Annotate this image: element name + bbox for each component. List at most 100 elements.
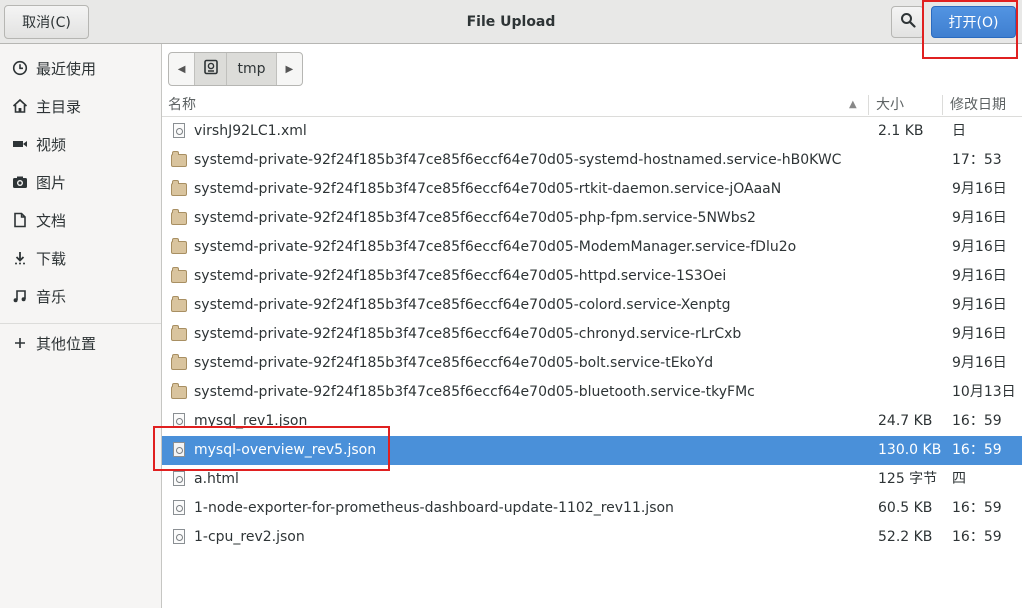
document-icon bbox=[12, 212, 28, 228]
sidebar-item-label: 最近使用 bbox=[36, 59, 97, 78]
file-icon bbox=[171, 500, 187, 516]
path-root-button[interactable] bbox=[194, 53, 228, 85]
column-name-header[interactable]: 名称 bbox=[168, 93, 196, 117]
file-name: 1-node-exporter-for-prometheus-dashboard… bbox=[194, 500, 674, 516]
file-name: virshJ92LC1.xml bbox=[194, 123, 307, 139]
file-date: 9月16日 bbox=[952, 326, 1007, 342]
folder-icon bbox=[171, 383, 187, 400]
sidebar-item-documents[interactable]: 文档 bbox=[0, 202, 161, 238]
sidebar-item-label: 文档 bbox=[36, 211, 67, 230]
folder-row[interactable]: systemd-private-92f24f185b3f47ce85f6eccf… bbox=[162, 262, 1022, 291]
file-date: 9月16日 bbox=[952, 297, 1007, 313]
file-date: 9月16日 bbox=[952, 239, 1007, 255]
music-icon bbox=[12, 288, 28, 304]
dialog-title: File Upload bbox=[466, 14, 556, 30]
file-date: 9月16日 bbox=[952, 355, 1007, 371]
column-modified-label: 修改日期 bbox=[950, 97, 1006, 113]
file-row[interactable]: mysql_rev1.json 24.7 KB 16：59 bbox=[162, 407, 1022, 436]
cancel-button[interactable]: 取消(C) bbox=[4, 5, 89, 39]
folder-icon bbox=[171, 325, 187, 342]
column-size-label: 大小 bbox=[876, 97, 904, 113]
column-divider bbox=[868, 95, 869, 115]
plus-icon bbox=[12, 335, 28, 351]
folder-icon bbox=[171, 296, 187, 313]
path-bar: ◀ tmp ▶ bbox=[168, 52, 303, 86]
folder-icon bbox=[171, 238, 187, 255]
file-name: systemd-private-92f24f185b3f47ce85f6eccf… bbox=[194, 297, 731, 313]
sidebar-item-recent[interactable]: 最近使用 bbox=[0, 50, 161, 86]
search-button[interactable] bbox=[891, 6, 924, 38]
file-row[interactable]: 1-node-exporter-for-prometheus-dashboard… bbox=[162, 494, 1022, 523]
column-modified-header[interactable]: 修改日期 bbox=[950, 93, 1006, 117]
column-name-label: 名称 bbox=[168, 97, 196, 113]
folder-row[interactable]: systemd-private-92f24f185b3f47ce85f6eccf… bbox=[162, 349, 1022, 378]
folder-row[interactable]: systemd-private-92f24f185b3f47ce85f6eccf… bbox=[162, 378, 1022, 407]
file-date: 日 bbox=[952, 123, 966, 139]
chevron-right-icon: ▶ bbox=[285, 63, 294, 75]
file-icon bbox=[171, 529, 187, 545]
open-button-label: 打开(O) bbox=[948, 15, 999, 31]
file-date: 16：59 bbox=[952, 500, 1002, 516]
file-list-header: 名称 ▲ 大小 修改日期 bbox=[162, 93, 1022, 117]
file-date: 10月13日 bbox=[952, 384, 1016, 400]
folder-row[interactable]: systemd-private-92f24f185b3f47ce85f6eccf… bbox=[162, 175, 1022, 204]
header-bar: 取消(C) File Upload 打开(O) bbox=[0, 0, 1022, 44]
folder-row[interactable]: systemd-private-92f24f185b3f47ce85f6eccf… bbox=[162, 146, 1022, 175]
file-date: 9月16日 bbox=[952, 268, 1007, 284]
file-date: 9月16日 bbox=[952, 210, 1007, 226]
cancel-button-label: 取消(C) bbox=[22, 15, 71, 31]
sidebar-item-other-locations[interactable]: 其他位置 bbox=[0, 325, 161, 361]
folder-row[interactable]: systemd-private-92f24f185b3f47ce85f6eccf… bbox=[162, 291, 1022, 320]
file-icon bbox=[171, 471, 187, 487]
file-name: systemd-private-92f24f185b3f47ce85f6eccf… bbox=[194, 210, 756, 226]
sidebar-item-label: 视频 bbox=[36, 135, 67, 154]
drive-icon bbox=[203, 59, 219, 79]
file-icon bbox=[171, 413, 187, 429]
file-date: 四 bbox=[952, 471, 966, 487]
folder-icon bbox=[171, 151, 187, 168]
sidebar-item-pictures[interactable]: 图片 bbox=[0, 164, 161, 200]
sidebar-divider bbox=[0, 323, 161, 324]
file-date: 17：53 bbox=[952, 152, 1002, 168]
path-forward-button[interactable]: ▶ bbox=[277, 53, 302, 85]
file-size: 52.2 KB bbox=[878, 529, 933, 545]
file-name: a.html bbox=[194, 471, 239, 487]
path-segment-label: tmp bbox=[237, 61, 266, 77]
file-name: systemd-private-92f24f185b3f47ce85f6eccf… bbox=[194, 181, 782, 197]
folder-icon bbox=[171, 209, 187, 226]
column-size-header[interactable]: 大小 bbox=[876, 93, 904, 117]
sidebar-item-music[interactable]: 音乐 bbox=[0, 278, 161, 314]
recent-icon bbox=[12, 60, 28, 76]
folder-row[interactable]: systemd-private-92f24f185b3f47ce85f6eccf… bbox=[162, 233, 1022, 262]
file-name: systemd-private-92f24f185b3f47ce85f6eccf… bbox=[194, 268, 727, 284]
folder-row[interactable]: systemd-private-92f24f185b3f47ce85f6eccf… bbox=[162, 320, 1022, 349]
file-date: 16：59 bbox=[952, 529, 1002, 545]
sort-ascending-icon: ▲ bbox=[849, 99, 857, 110]
file-icon bbox=[171, 442, 187, 458]
file-date: 9月16日 bbox=[952, 181, 1007, 197]
file-row-selected[interactable]: mysql-overview_rev5.json 130.0 KB 16：59 bbox=[162, 436, 1022, 465]
column-divider bbox=[942, 95, 943, 115]
path-back-button[interactable]: ◀ bbox=[169, 53, 194, 85]
file-name: systemd-private-92f24f185b3f47ce85f6eccf… bbox=[194, 239, 797, 255]
folder-icon bbox=[171, 180, 187, 197]
file-row[interactable]: virshJ92LC1.xml 2.1 KB 日 bbox=[162, 117, 1022, 146]
file-row[interactable]: 1-cpu_rev2.json 52.2 KB 16：59 bbox=[162, 523, 1022, 552]
file-name: mysql-overview_rev5.json bbox=[194, 442, 377, 458]
open-button[interactable]: 打开(O) bbox=[931, 6, 1016, 38]
sidebar-item-home[interactable]: 主目录 bbox=[0, 88, 161, 124]
sidebar-item-label: 其他位置 bbox=[36, 334, 97, 353]
path-segment-tmp[interactable]: tmp bbox=[227, 53, 277, 85]
sidebar-item-label: 主目录 bbox=[36, 97, 82, 116]
home-icon bbox=[12, 98, 28, 114]
file-name: systemd-private-92f24f185b3f47ce85f6eccf… bbox=[194, 326, 742, 342]
search-icon bbox=[900, 12, 916, 32]
folder-row[interactable]: systemd-private-92f24f185b3f47ce85f6eccf… bbox=[162, 204, 1022, 233]
file-icon bbox=[171, 123, 187, 139]
folder-icon bbox=[171, 267, 187, 284]
sidebar-item-videos[interactable]: 视频 bbox=[0, 126, 161, 162]
sidebar-item-downloads[interactable]: 下载 bbox=[0, 240, 161, 276]
file-size: 125 字节 bbox=[878, 471, 938, 487]
file-name: systemd-private-92f24f185b3f47ce85f6eccf… bbox=[194, 152, 842, 168]
file-row[interactable]: a.html 125 字节 四 bbox=[162, 465, 1022, 494]
